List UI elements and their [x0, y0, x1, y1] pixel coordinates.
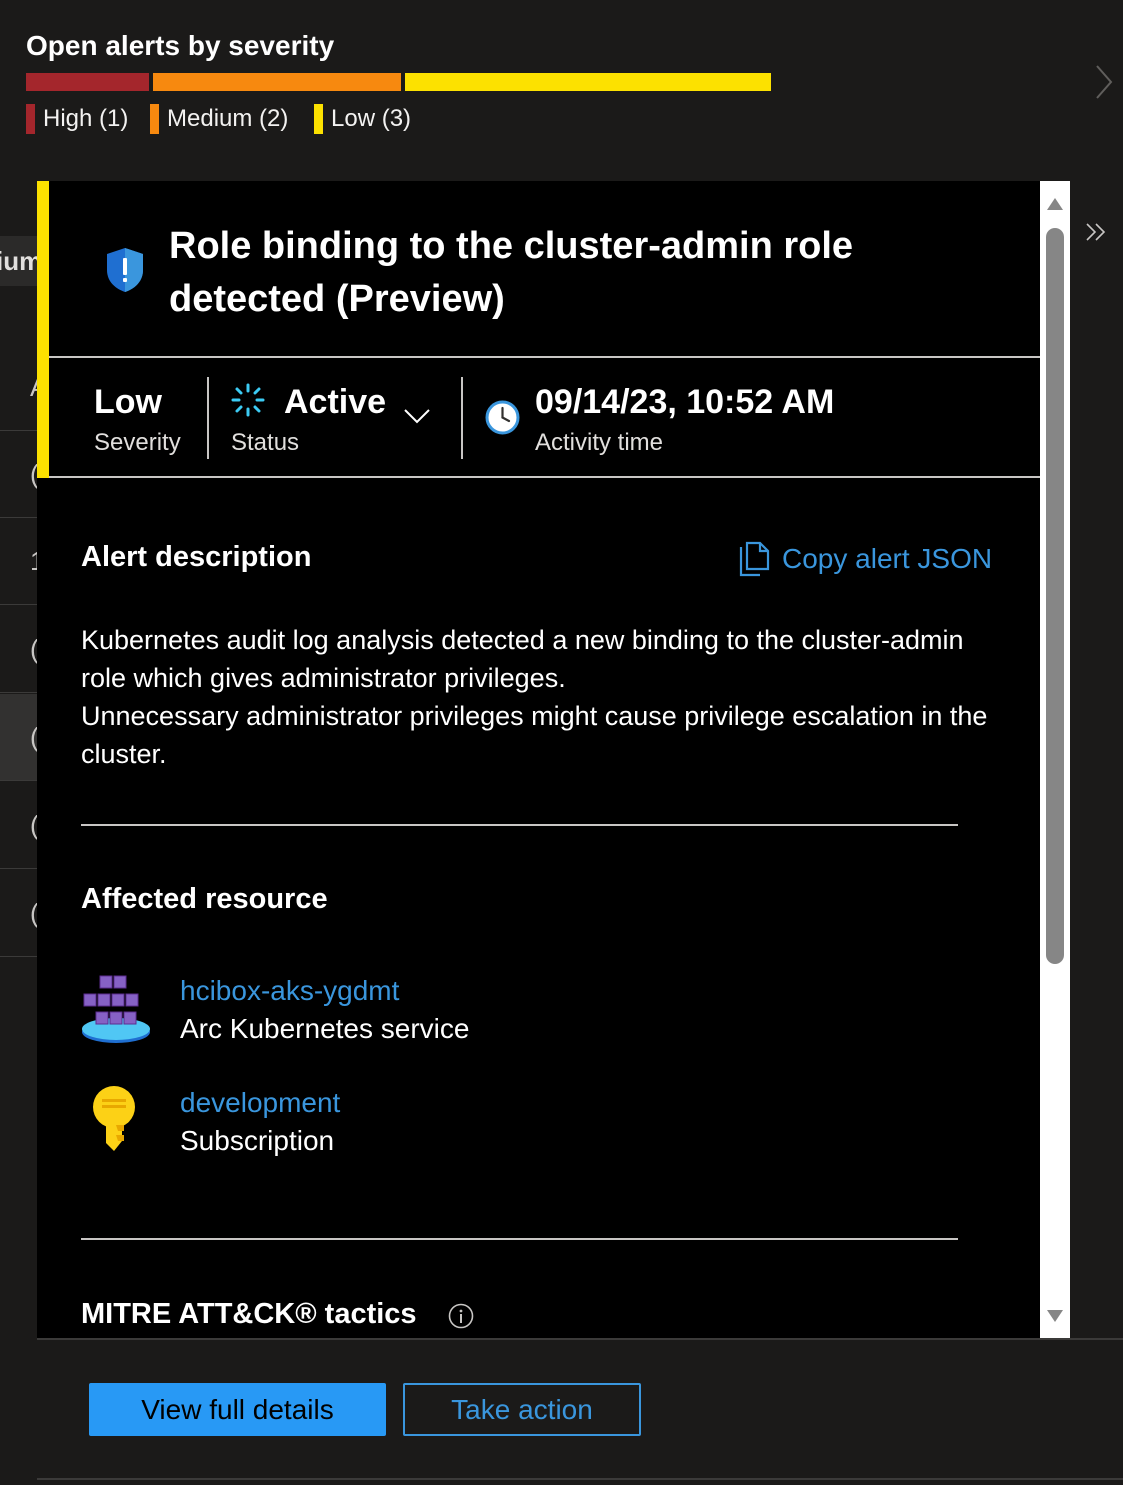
activity-time-label: Activity time	[535, 429, 664, 456]
copy-alert-json-label: Copy alert JSON	[782, 543, 993, 574]
legend-swatch-high	[26, 104, 35, 134]
section-divider	[81, 824, 958, 826]
copy-alert-json-button[interactable]: Copy alert JSON	[738, 540, 992, 578]
subscription-key-icon	[93, 1086, 135, 1151]
legend-swatch-medium	[150, 104, 159, 134]
alert-description-heading: Alert description	[81, 541, 312, 573]
legend-item-medium[interactable]: Medium (2)	[150, 104, 288, 134]
time-separator	[461, 377, 463, 459]
shield-alert-icon	[107, 248, 143, 292]
list-item[interactable]: (	[0, 694, 37, 781]
status-dropdown[interactable]: Active	[284, 383, 386, 422]
activity-time-value: 09/14/23, 10:52 AM	[535, 383, 835, 421]
info-icon[interactable]	[448, 1303, 474, 1329]
take-action-button[interactable]: Take action	[403, 1383, 641, 1436]
section-divider	[81, 1238, 958, 1240]
legend-label-low: Low (3)	[331, 105, 412, 132]
resource-type-label: Arc Kubernetes service	[180, 1013, 470, 1044]
severity-value: Low	[94, 383, 162, 421]
list-item[interactable]: (	[0, 431, 37, 518]
severity-label: Severity	[94, 429, 181, 456]
summary-title: Open alerts by severity	[26, 30, 335, 61]
severity-bar-medium[interactable]	[153, 73, 401, 91]
mitre-tactics-heading: MITRE ATT&CK® tactics	[81, 1298, 417, 1330]
status-label: Status	[231, 429, 300, 456]
arc-kubernetes-icon	[82, 975, 150, 1043]
description-paragraph: Kubernetes audit log analysis detected a…	[81, 625, 964, 693]
list-column-header: ium	[0, 236, 37, 286]
legend-swatch-low	[314, 104, 323, 134]
legend-label-high: High (1)	[43, 105, 129, 132]
list-item[interactable]: 1	[0, 518, 37, 605]
status-divider	[49, 476, 1040, 478]
chevron-right-icon[interactable]	[1094, 64, 1114, 100]
chevron-down-icon[interactable]	[403, 407, 431, 425]
resource-link-subscription[interactable]: development	[180, 1087, 340, 1119]
legend-label-medium: Medium (2)	[167, 105, 289, 132]
collapse-panel-icon[interactable]	[1084, 220, 1108, 244]
affected-resource-heading: Affected resource	[81, 883, 328, 915]
header-divider	[49, 356, 1040, 358]
legend-item-low[interactable]: Low (3)	[314, 104, 411, 134]
severity-bar-low[interactable]	[405, 73, 771, 91]
clock-icon	[485, 400, 520, 435]
description-paragraph: Unnecessary administrator privileges mig…	[81, 701, 988, 769]
severity-bar-high[interactable]	[26, 73, 149, 91]
list-item[interactable]: (	[0, 782, 37, 869]
alert-title: Role binding to the cluster-admin role d…	[169, 225, 854, 320]
scroll-down-arrow-icon[interactable]	[1047, 1310, 1063, 1322]
status-separator	[207, 377, 209, 459]
list-item[interactable]: (	[0, 606, 37, 693]
right-strip	[1070, 181, 1123, 1485]
scroll-up-arrow-icon[interactable]	[1047, 198, 1063, 210]
resource-type-label: Subscription	[180, 1125, 335, 1156]
severity-accent-bar	[37, 181, 49, 478]
active-status-icon	[231, 383, 265, 417]
scrollbar-thumb[interactable]	[1046, 228, 1064, 964]
resource-link-arc-kubernetes[interactable]: hcibox-aks-ygdmt	[180, 975, 399, 1007]
list-item[interactable]: A	[0, 344, 37, 431]
legend-item-high[interactable]: High (1)	[26, 104, 128, 134]
footer-bottom-line	[37, 1478, 1123, 1480]
view-full-details-button[interactable]: View full details	[89, 1383, 386, 1436]
copy-icon	[739, 541, 770, 577]
list-item[interactable]: (	[0, 870, 37, 957]
alert-description-text: Kubernetes audit log analysis detected a…	[81, 621, 1001, 773]
